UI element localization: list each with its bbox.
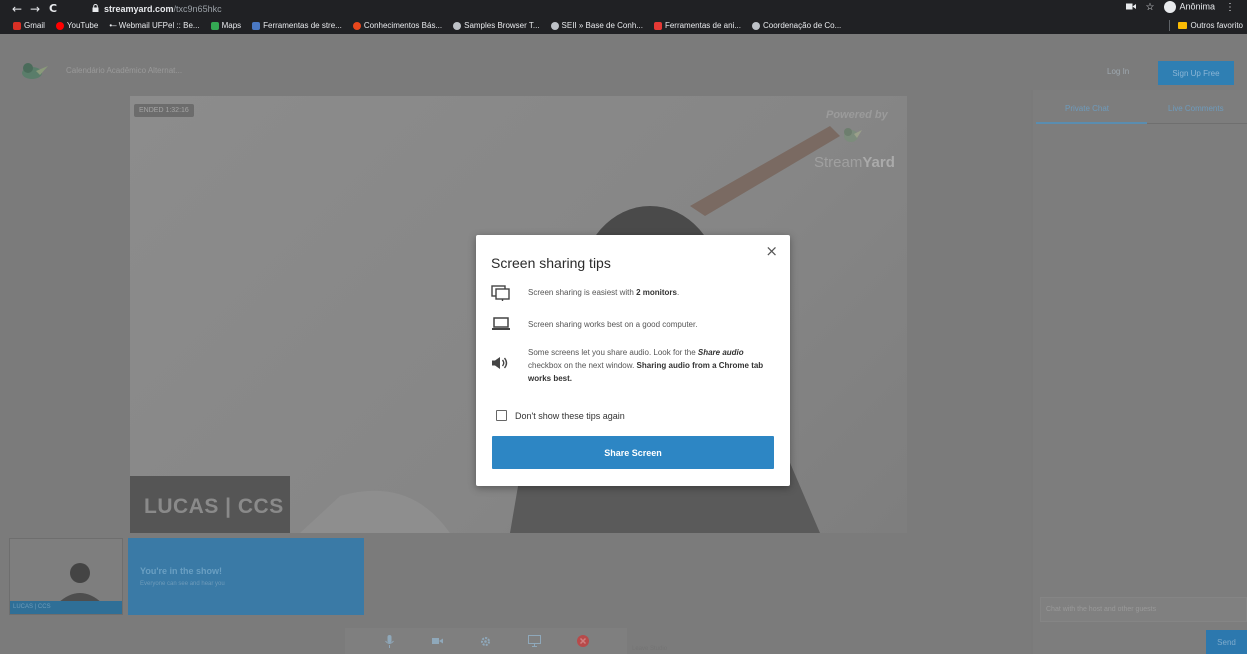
tip2-text: Screen sharing works best on a good comp… [528,320,698,329]
tab-live-comments[interactable]: Live Comments [1168,104,1224,113]
name-tag: LUCAS | CCS [130,476,290,533]
tip1-text: Screen sharing is easiest with [528,288,637,297]
close-icon[interactable]: × [765,242,778,260]
chat-input[interactable]: Chat with the host and other guests [1040,597,1247,622]
camera-icon[interactable] [1125,2,1136,12]
dont-show-again-label: Don't show these tips again [515,410,625,421]
browser-chrome: ← → C streamyard.com/txc9n65hkc ☆ Anônim… [0,0,1247,34]
forward-icon[interactable]: → [26,2,44,16]
bookmarks-bar: Gmail YouTube •– Webmail UFPel :: Be... … [0,17,1247,34]
tab-indicator [1036,122,1147,124]
bookmark-item[interactable]: YouTube [55,21,98,30]
powered-by-label: Powered by [826,109,888,121]
bookmark-item[interactable]: Coordenação de Co... [751,21,841,30]
tip1-bold: 2 monitors [636,288,677,297]
site-icon [653,21,662,30]
share-screen-button[interactable]: Share Screen [492,436,774,469]
url-path: /txc9n65hkc [173,3,222,14]
bookmark-item[interactable]: SEII » Base de Conh... [550,21,643,30]
signup-button[interactable]: Sign Up Free [1158,61,1234,85]
profile-label: Anônima [1179,1,1215,12]
gear-icon[interactable] [479,634,493,648]
url-host: streamyard.com [104,3,174,14]
laptop-icon [491,317,513,333]
status-badge: ENDED 1:32:16 [134,104,194,117]
bookmark-item[interactable]: Conhecimentos Bás... [352,21,442,30]
screen-share-icon[interactable] [527,634,541,648]
control-bar [345,628,627,654]
divider [1168,20,1170,31]
streamyard-wordmark: StreamYard [814,154,895,171]
bookmark-item[interactable]: Maps [210,21,241,30]
participant-thumbnail[interactable]: LUCAS | CCS [9,538,123,615]
back-icon[interactable]: ← [8,2,26,16]
speaker-icon [491,356,513,372]
in-show-subtitle: Everyone can see and hear you [140,581,225,587]
dialog-title: Screen sharing tips [491,255,611,271]
menu-icon[interactable]: ⋮ [1225,2,1235,13]
globe-icon [453,21,462,30]
maps-icon [210,21,219,30]
leave-label: Leave Studio [632,646,668,652]
bookmark-item[interactable]: Samples Browser T... [453,21,540,30]
bookmark-item[interactable]: Ferramentas de stre... [252,21,342,30]
camera-icon[interactable] [431,634,445,648]
dont-show-again-row[interactable]: Don't show these tips again [496,410,625,421]
gmail-icon [13,21,21,30]
studio-logo-icon [20,62,48,80]
send-button[interactable]: Send [1206,630,1247,654]
app-header [0,34,1247,90]
browser-right-controls: ☆ Anônima ⋮ [1125,1,1235,13]
leave-icon[interactable] [576,634,590,648]
globe-icon [751,21,760,30]
login-link[interactable]: Log In [1107,67,1129,76]
avatar [1164,1,1177,13]
in-show-title: You're in the show! [140,566,222,576]
screen-sharing-tips-dialog: × Screen sharing tips Screen sharing is … [476,235,790,486]
bookmark-item[interactable]: Gmail [13,21,45,30]
dont-show-again-checkbox[interactable] [496,410,507,421]
tip-computer: Screen sharing works best on a good comp… [491,317,773,333]
streamyard-logo-icon [842,126,862,144]
broadcast-title: Calendário Acadêmico Alternat... [66,66,183,75]
thumbnail-label: LUCAS | CCS [10,601,122,614]
share-audio-label: Share audio [697,348,744,357]
monitor-icon [491,285,513,301]
tip-monitors: Screen sharing is easiest with 2 monitor… [491,285,773,301]
url-bar[interactable]: streamyard.com/txc9n65hkc [92,1,222,16]
chat-panel [1033,90,1247,654]
lock-icon [92,3,99,14]
youtube-icon [55,21,64,30]
bookmark-item[interactable]: •– Webmail UFPel :: Be... [109,21,199,30]
profile-button[interactable]: Anônima [1164,1,1215,13]
bookmark-item[interactable]: Ferramentas de ani... [653,21,741,30]
reload-icon[interactable]: C [44,2,62,15]
grid-icon [252,21,261,30]
other-bookmarks[interactable]: Outros favorito [1168,17,1247,34]
mic-icon[interactable] [382,634,396,648]
globe-icon [550,21,559,30]
in-show-card [128,538,364,615]
star-icon[interactable]: ☆ [1146,2,1155,13]
site-icon [352,21,361,30]
tip-audio: Some screens let you share audio. Look f… [491,346,773,385]
tab-private-chat[interactable]: Private Chat [1065,104,1109,113]
folder-icon [1177,22,1187,29]
